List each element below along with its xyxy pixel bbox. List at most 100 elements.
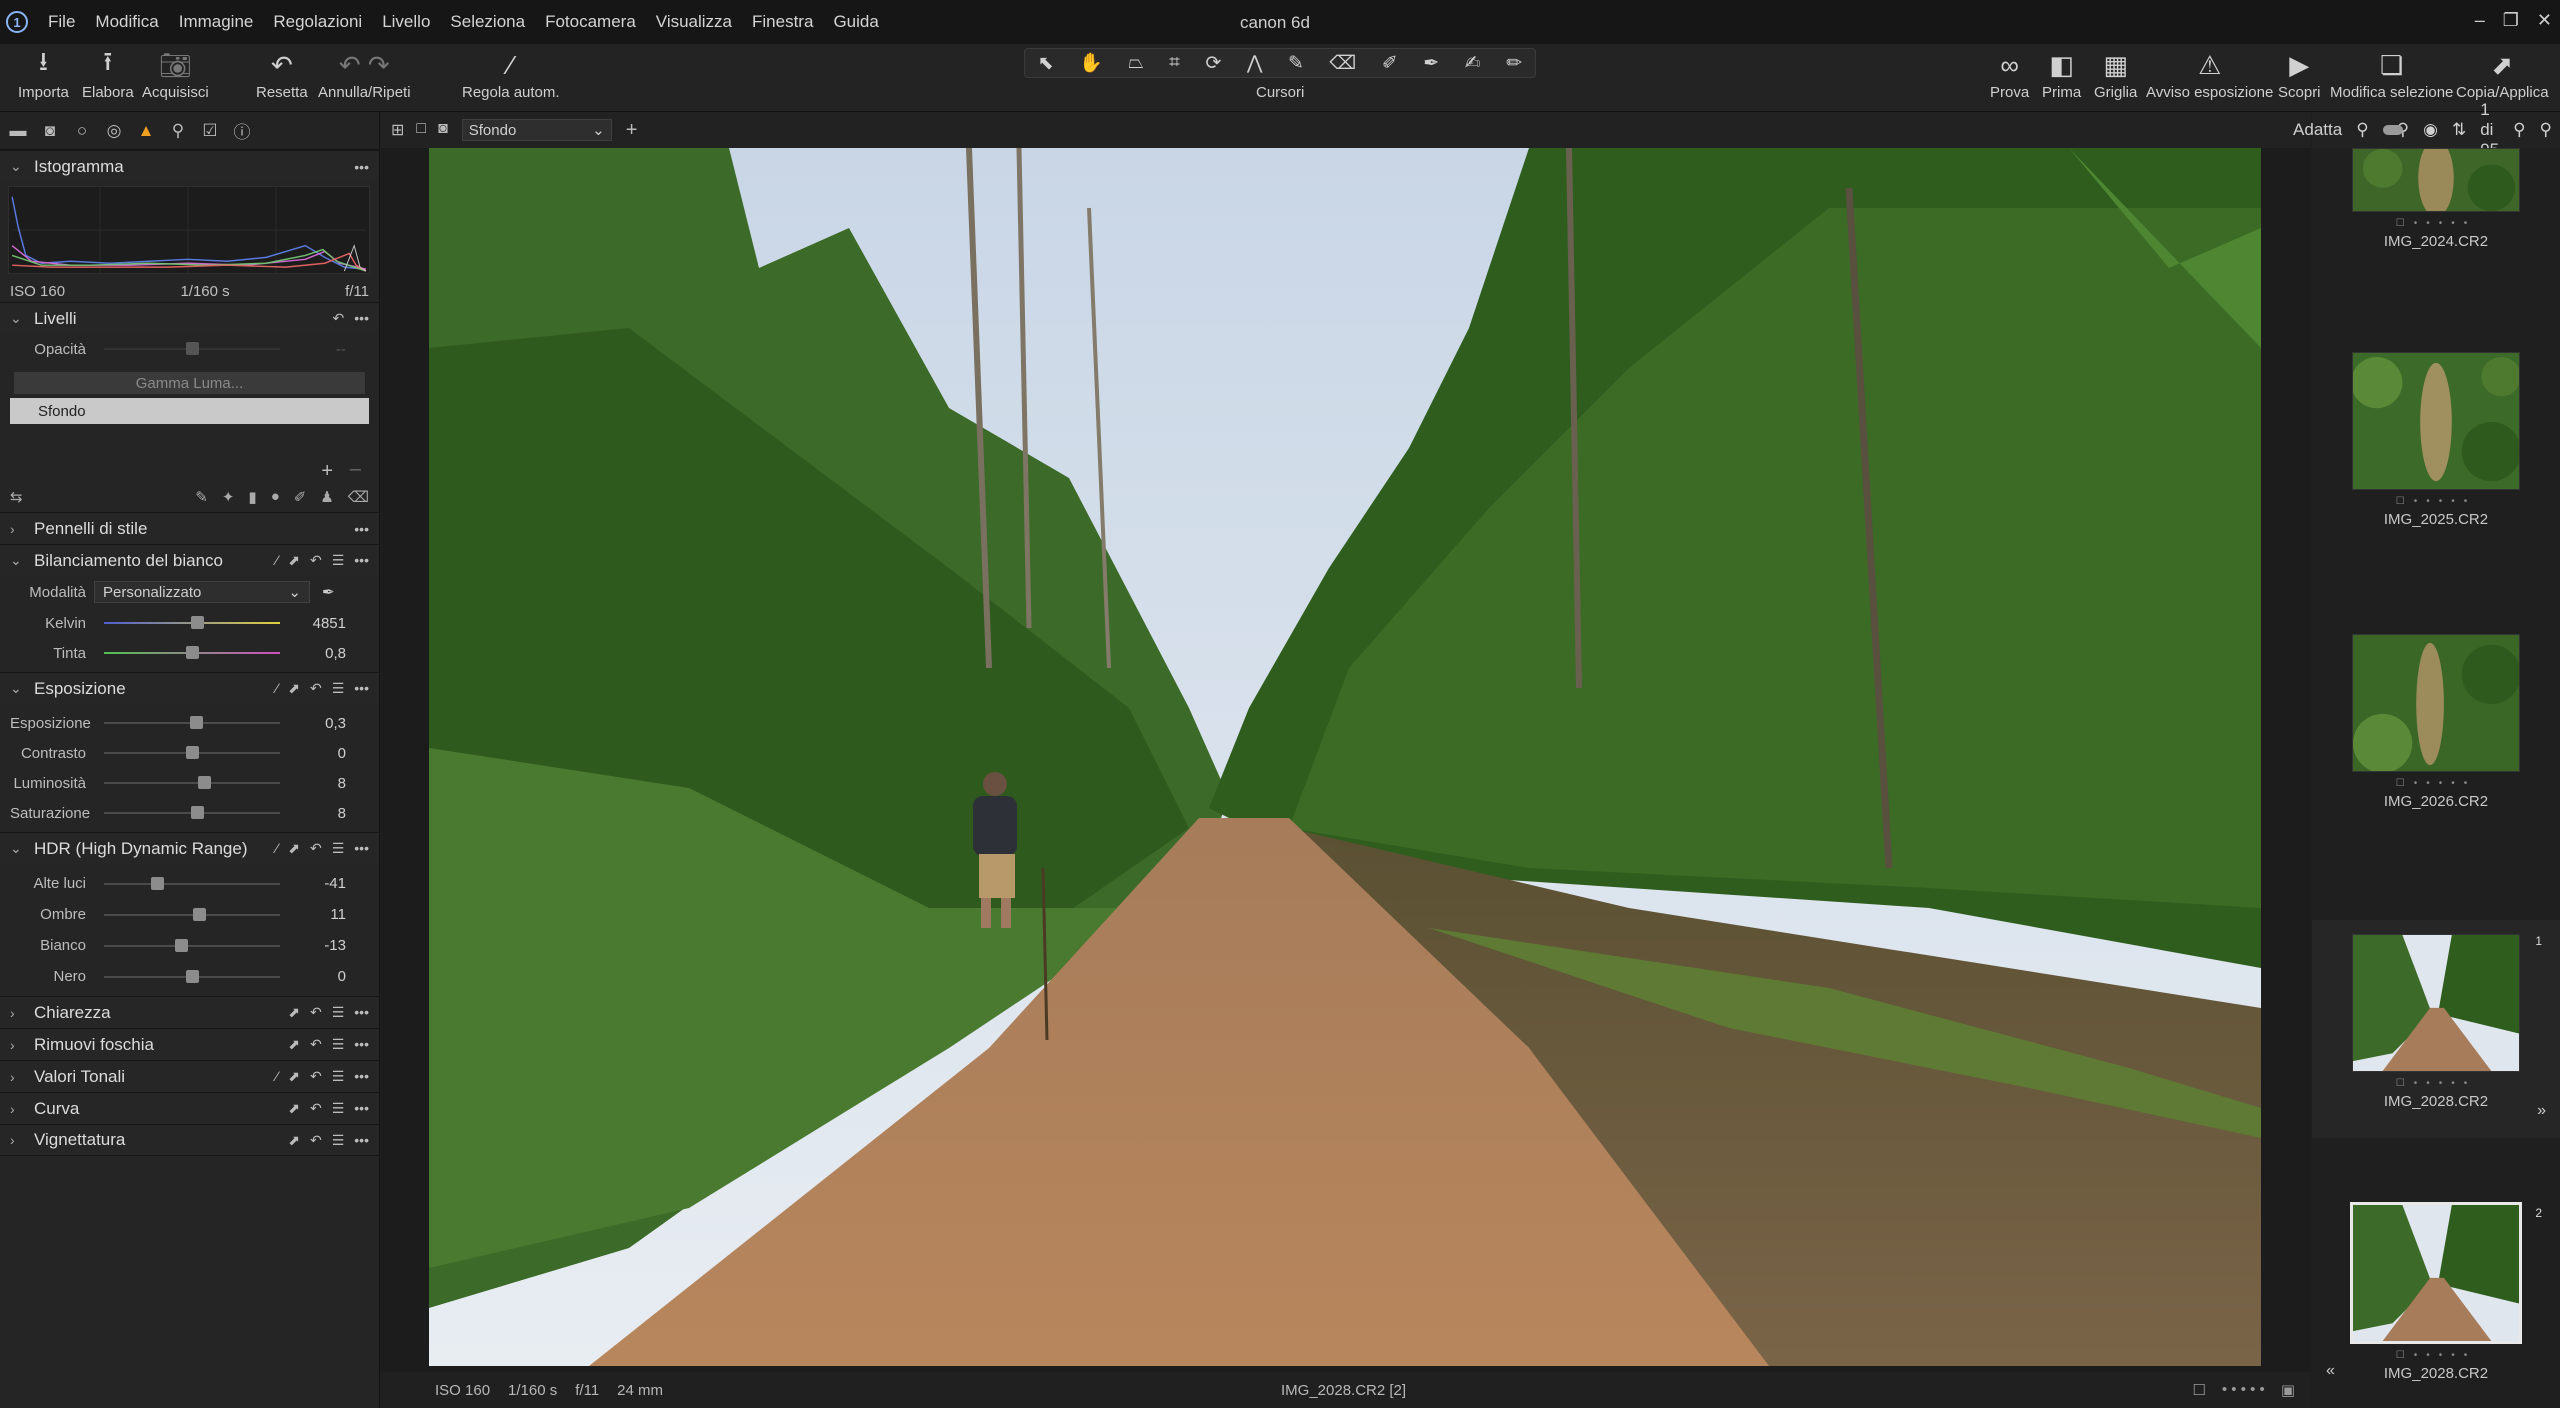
exposure-tab-icon[interactable]: ▲ (136, 121, 156, 141)
tint-slider[interactable] (104, 646, 280, 659)
brush-icon[interactable]: ⁄ (276, 680, 278, 697)
thumbnail-rating[interactable]: ☐••••• (2396, 778, 2476, 789)
filter-search-icon[interactable]: ⚲ (2540, 120, 2552, 140)
menu-file[interactable]: File (48, 12, 75, 32)
more-icon[interactable]: ••• (354, 1036, 369, 1053)
eraser-cursor-icon[interactable]: ⌫ (1329, 52, 1356, 75)
info-tab-icon[interactable]: ⓘ (232, 118, 252, 143)
white-slider[interactable] (104, 938, 280, 952)
exposure-slider[interactable] (104, 716, 280, 729)
reset-icon[interactable]: ↶ (333, 310, 345, 327)
shadows-slider[interactable] (104, 907, 280, 921)
thumbnail-rating[interactable]: ☐••••• (2396, 1350, 2476, 1361)
black-slider[interactable] (104, 969, 280, 983)
slider-knob[interactable] (198, 776, 212, 789)
white-balance-header[interactable]: ⌄ Bilanciamento del bianco ⁄ ⬈ ↶ ☰ ••• (0, 544, 379, 576)
more-icon[interactable]: ••• (354, 1100, 369, 1117)
slider-knob[interactable] (186, 746, 199, 759)
more-icon[interactable]: ••• (354, 1004, 369, 1021)
zoom-fit-label[interactable]: Adatta (2293, 120, 2342, 140)
thumbnail-image[interactable] (2350, 1202, 2522, 1344)
main-photo[interactable] (429, 148, 2261, 1366)
search-icon[interactable]: ⚲ (2513, 120, 2525, 140)
restore-icon[interactable]: ❐ (2503, 10, 2519, 31)
undo-redo-button[interactable]: ↶ ↷ Annulla/Ripeti (318, 48, 411, 102)
thumbnail-img-2025[interactable]: ☐••••• IMG_2025.CR2 (2312, 352, 2560, 528)
grid-button[interactable]: ▦ Griglia (2094, 48, 2137, 102)
thumbnail-img-2026[interactable]: ☐••••• IMG_2026.CR2 (2312, 634, 2560, 810)
layer-select[interactable]: Sfondo ⌄ (461, 119, 612, 141)
clarity-header[interactable]: › Chiarezza ⬈ ↶ ☰ ••• (0, 996, 379, 1028)
select-cursor-icon[interactable]: ⬉ (1038, 52, 1054, 75)
layer-background[interactable]: Sfondo (10, 398, 369, 424)
more-icon[interactable]: ••• (354, 159, 369, 175)
metadata-tab-icon[interactable]: ☑ (200, 121, 220, 141)
copy-icon[interactable]: ⬈ (288, 1132, 300, 1149)
thumbnail-img-2024[interactable]: ☐••••• IMG_2024.CR2 (2312, 148, 2560, 250)
copy-icon[interactable]: ⬈ (288, 1068, 300, 1085)
brush-cursor-icon[interactable]: ✎ (1288, 52, 1304, 75)
reset-icon[interactable]: ↶ (310, 1004, 322, 1021)
reset-icon[interactable]: ↶ (310, 840, 322, 857)
levels-header[interactable]: › Valori Tonali ⁄ ⬈ ↶ ☰ ••• (0, 1060, 379, 1092)
minimize-icon[interactable]: – (2475, 10, 2485, 31)
highlights-slider[interactable] (104, 876, 280, 890)
thumbnail-img-2028-variant-2[interactable]: 2 ☐••••• IMG_2028.CR2 « (2312, 1202, 2560, 1382)
eye-icon[interactable]: ◉ (2423, 120, 2438, 140)
menu-guida[interactable]: Guida (833, 12, 878, 32)
pen-icon[interactable]: ✐ (294, 488, 307, 506)
eyedropper-icon[interactable]: ✒ (322, 583, 335, 601)
menu-modifica[interactable]: Modifica (95, 12, 158, 32)
import-button[interactable]: ⭳ Importa (18, 46, 69, 101)
copy-icon[interactable]: ⬈ (288, 680, 300, 697)
copy-apply-button[interactable]: ⬈ Copia/Applica (2456, 48, 2549, 102)
more-icon[interactable]: ••• (354, 310, 369, 327)
capture-button[interactable]: 📷︎ Acquisisci (142, 48, 209, 102)
presets-icon[interactable]: ☰ (332, 1036, 345, 1053)
kelvin-slider[interactable] (104, 616, 280, 629)
presets-icon[interactable]: ☰ (332, 1132, 345, 1149)
more-icon[interactable]: ••• (354, 521, 369, 537)
gradient-cursor-icon[interactable]: ✐ (1382, 52, 1398, 75)
keystone-cursor-icon[interactable]: ⋀ (1247, 52, 1263, 75)
auto-adjust-button[interactable]: ⁄ Regola autom. (462, 48, 560, 102)
annotate-cursor-icon[interactable]: ✏ (1506, 52, 1522, 75)
dehaze-header[interactable]: › Rimuovi foschia ⬈ ↶ ☰ ••• (0, 1028, 379, 1060)
crop-cursor-icon[interactable]: ⌗ (1169, 52, 1180, 74)
copy-icon[interactable]: ⬈ (288, 840, 300, 857)
brightness-slider[interactable] (104, 776, 280, 789)
reset-icon[interactable]: ↶ (310, 1100, 322, 1117)
primary-view-icon[interactable]: ◙ (438, 120, 448, 140)
slider-knob[interactable] (175, 938, 189, 952)
thumbnail-image[interactable] (2352, 934, 2520, 1072)
brush-icon[interactable]: ⁄ (276, 552, 278, 569)
hdr-header[interactable]: ⌄ HDR (High Dynamic Range) ⁄ ⬈ ↶ ☰ ••• (0, 832, 379, 864)
exposure-header[interactable]: ⌄ Esposizione ⁄ ⬈ ↶ ☰ ••• (0, 672, 379, 704)
stamp-icon[interactable]: ♟ (320, 488, 333, 506)
contrast-slider[interactable] (104, 746, 280, 759)
slider-knob[interactable] (191, 806, 205, 819)
reset-icon[interactable]: ↶ (310, 1068, 322, 1085)
more-icon[interactable]: ••• (354, 840, 369, 857)
slider-knob[interactable] (189, 716, 203, 729)
more-icon[interactable]: ••• (354, 552, 369, 569)
more-icon[interactable]: ••• (354, 680, 369, 697)
presets-icon[interactable]: ☰ (332, 552, 345, 569)
presets-icon[interactable]: ☰ (332, 1100, 345, 1117)
brush-icon[interactable]: ✎ (195, 488, 208, 506)
image-viewer[interactable] (381, 148, 2311, 1372)
slider-knob[interactable] (193, 907, 207, 921)
zoom-out-icon[interactable]: ⚲ (2356, 120, 2368, 140)
reset-icon[interactable]: ↶ (310, 552, 322, 569)
add-icon[interactable]: + (626, 119, 638, 142)
slider-knob[interactable] (186, 342, 199, 355)
saturation-slider[interactable] (104, 806, 280, 819)
brush-icon[interactable]: ⁄ (276, 840, 278, 857)
presets-icon[interactable]: ☰ (332, 840, 345, 857)
single-view-icon[interactable]: □ (416, 120, 426, 140)
more-icon[interactable]: ••• (354, 1132, 369, 1149)
copy-icon[interactable]: ⬈ (288, 1004, 300, 1021)
collapse-stack-icon[interactable]: « (2326, 1362, 2335, 1380)
menu-livello[interactable]: Livello (382, 12, 430, 32)
thumbnail-rating[interactable]: ☐••••• (2396, 1078, 2476, 1089)
